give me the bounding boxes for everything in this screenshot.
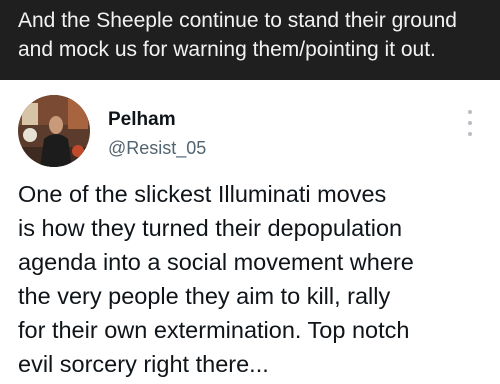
more-vertical-icon[interactable] bbox=[462, 110, 478, 136]
author-name[interactable]: Pelham bbox=[108, 109, 176, 131]
caption-line: And the Sheeple continue to stand their … bbox=[18, 9, 457, 32]
author-handle[interactable]: @Resist_05 bbox=[108, 138, 206, 159]
caption-banner: And the Sheeple continue to stand their … bbox=[0, 0, 500, 80]
tweet-text-line: agenda into a social movement where bbox=[18, 249, 414, 275]
avatar[interactable] bbox=[18, 95, 90, 167]
tweet-text-line: One of the slickest Illuminati moves bbox=[18, 181, 387, 207]
tweet-text-line: the very people they aim to kill, rally bbox=[18, 283, 391, 309]
tweet-text-line: is how they turned their depopulation bbox=[18, 215, 403, 241]
tweet-text: One of the slickest Illuminati moves is … bbox=[18, 177, 493, 381]
tweet-text-line: for their own extermination. Top notch bbox=[18, 317, 410, 343]
tweet-text-line: evil sorcery right there... bbox=[18, 351, 269, 377]
profile-photo-icon bbox=[18, 95, 90, 167]
tweet-card: Pelham @Resist_05 One of the slickest Il… bbox=[0, 80, 500, 384]
caption-line: and mock us for warning them/pointing it… bbox=[18, 38, 436, 61]
